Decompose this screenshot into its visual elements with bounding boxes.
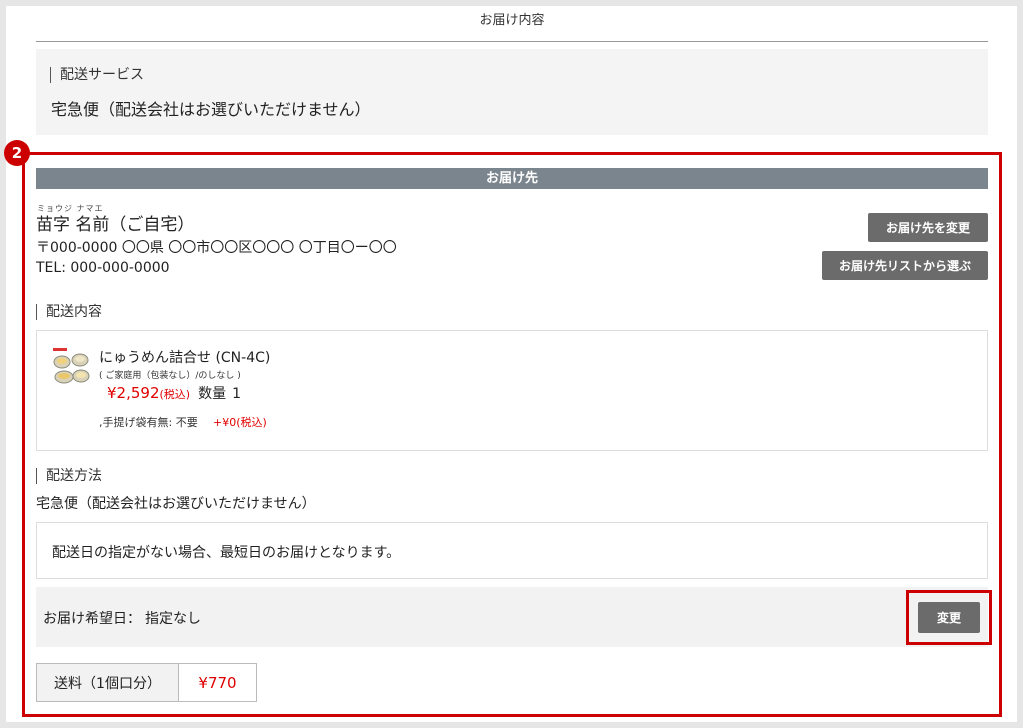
delivery-method-value: 宅急便（配送会社はお選びいただけません） — [36, 496, 316, 512]
desired-date-label: お届け希望日： — [43, 611, 141, 627]
change-destination-button[interactable]: お届け先を変更 — [868, 213, 988, 242]
bag-option-price: +¥0(税込) — [213, 416, 267, 429]
delivery-service-box: 配送サービス 宅急便（配送会社はお選びいただけません） — [36, 49, 988, 135]
bag-option: ,手提げ袋有無: 不要 — [99, 416, 198, 429]
recipient-name: 苗字 名前（ご自宅） — [36, 215, 195, 235]
page-title: お届け内容 — [36, 13, 988, 42]
desired-date-row: お届け希望日： 指定なし — [36, 587, 988, 647]
change-date-button[interactable]: 変更 — [918, 602, 980, 633]
item-options: ( ご家庭用（包装なし）/のしなし ) — [99, 371, 241, 381]
shipping-fee-value: ¥770 — [198, 673, 237, 692]
item-price: ¥2,592 — [107, 384, 160, 402]
shipping-fee-label: 送料（1個口分） — [37, 664, 179, 701]
shipping-fee-table: 送料（1個口分） ¥770 — [36, 663, 257, 702]
destination-header: お届け先 — [36, 168, 988, 189]
product-thumbnail-icon — [52, 346, 90, 386]
quantity-label: 数量 — [198, 386, 227, 402]
delivery-service-value: 宅急便（配送会社はお選びいただけません） — [51, 100, 371, 119]
delivery-service-label: 配送サービス — [50, 67, 144, 83]
recipient-address: 〒000-0000 〇〇県 〇〇市〇〇区〇〇〇 〇丁目〇ー〇〇 — [36, 240, 397, 256]
item-box: にゅうめん詰合せ (CN-4C) ( ご家庭用（包装なし）/のしなし ) ¥2,… — [36, 330, 988, 451]
choose-from-address-list-button[interactable]: お届け先リストから選ぶ — [822, 251, 988, 280]
quantity-value: 1 — [232, 386, 242, 402]
delivery-contents-label: 配送内容 — [36, 304, 102, 320]
item-name: にゅうめん詰合せ (CN-4C) — [99, 350, 271, 366]
desired-date-value: 指定なし — [145, 611, 201, 627]
delivery-method-label: 配送方法 — [36, 468, 102, 484]
step-badge: 2 — [4, 140, 30, 166]
delivery-date-note: 配送日の指定がない場合、最短日のお届けとなります。 — [52, 545, 401, 561]
item-tax-note: (税込) — [159, 388, 191, 401]
item-price-row: ¥2,592 (税込) 数量 1 — [107, 383, 241, 403]
delivery-date-note-box: 配送日の指定がない場合、最短日のお届けとなります。 — [36, 522, 988, 579]
recipient-tel: TEL: 000-000-0000 — [36, 260, 170, 276]
